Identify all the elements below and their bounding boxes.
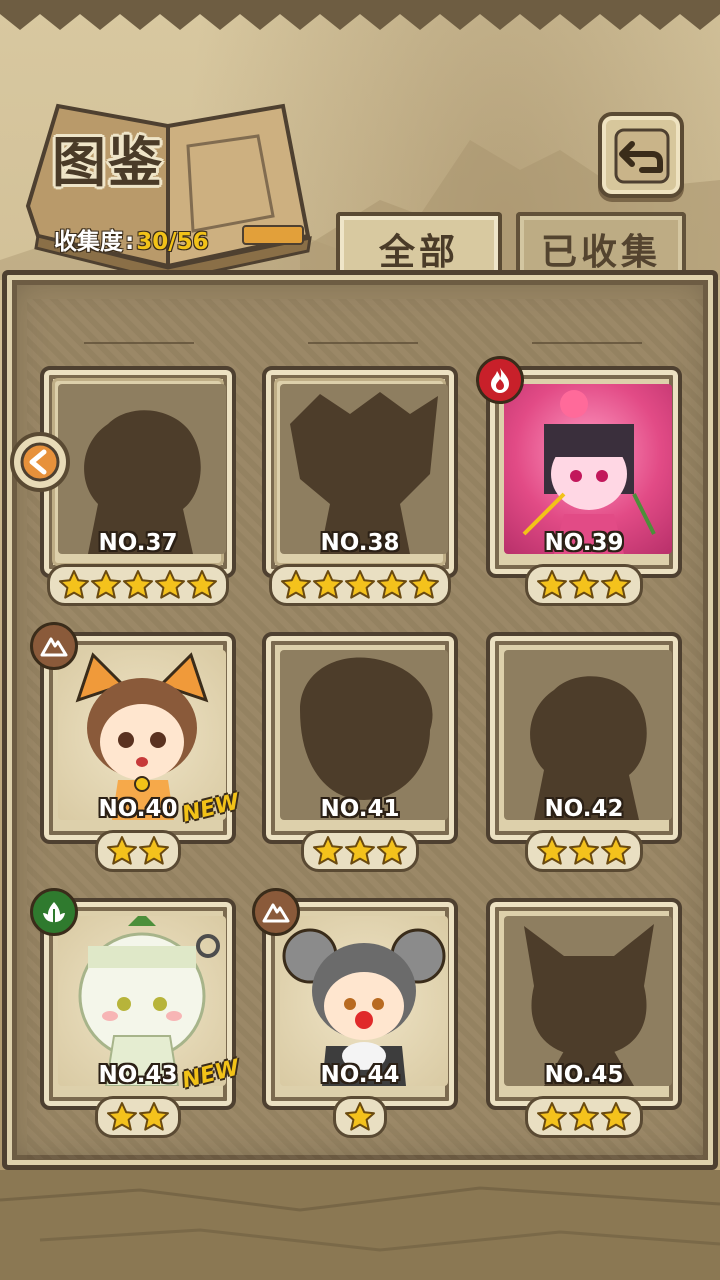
column-divider xyxy=(84,342,194,344)
star-icon xyxy=(106,835,138,867)
collection-card[interactable]: NO.40 NEW xyxy=(30,622,242,872)
star-rating xyxy=(269,564,451,606)
star-rating xyxy=(525,830,643,872)
leaf-icon xyxy=(30,888,78,936)
page-title: 图鉴 xyxy=(52,131,164,194)
collection-card[interactable]: NO.45 xyxy=(486,898,682,1138)
star-icon xyxy=(536,1101,568,1133)
star-icon xyxy=(138,1101,170,1133)
star-icon xyxy=(568,835,600,867)
star-icon xyxy=(600,1101,632,1133)
star-icon xyxy=(186,569,218,601)
star-rating xyxy=(95,1096,181,1138)
collection-card[interactable]: NO.38 xyxy=(262,366,458,606)
star-icon xyxy=(122,569,154,601)
star-rating xyxy=(525,564,643,606)
star-icon xyxy=(344,569,376,601)
card-number: NO.39 xyxy=(544,530,624,556)
progress-colon: : xyxy=(125,229,135,255)
locked-silhouette xyxy=(504,916,672,1086)
star-icon xyxy=(600,835,632,867)
collection-card[interactable]: NO.41 xyxy=(262,632,458,872)
character-portrait xyxy=(58,916,226,1086)
star-icon xyxy=(376,835,408,867)
star-icon xyxy=(312,835,344,867)
star-rating xyxy=(333,1096,387,1138)
character-portrait xyxy=(504,384,672,554)
star-icon xyxy=(536,835,568,867)
top-zigzag-border xyxy=(0,0,720,30)
star-icon xyxy=(344,835,376,867)
star-icon xyxy=(280,569,312,601)
star-rating xyxy=(95,830,181,872)
back-button[interactable] xyxy=(598,112,684,198)
column-divider xyxy=(532,342,642,344)
card-number: NO.41 xyxy=(320,796,400,822)
bottom-border xyxy=(0,1170,720,1280)
star-rating xyxy=(301,830,419,872)
mountain-icon xyxy=(30,622,78,670)
card-number: NO.45 xyxy=(544,1062,624,1088)
star-icon xyxy=(138,835,170,867)
arrow-left-icon xyxy=(20,442,60,482)
collection-card[interactable]: NO.42 xyxy=(486,632,682,872)
progress-value: 30/56 xyxy=(136,229,209,255)
column-divider xyxy=(308,342,418,344)
fire-icon xyxy=(476,356,524,404)
collection-card[interactable]: NO.43 NEW xyxy=(30,888,242,1138)
character-portrait xyxy=(280,916,448,1086)
star-icon xyxy=(312,569,344,601)
character-portrait xyxy=(58,650,226,820)
star-icon xyxy=(90,569,122,601)
locked-silhouette xyxy=(504,650,672,820)
card-number: NO.42 xyxy=(544,796,624,822)
star-icon xyxy=(568,569,600,601)
scroll-left-button[interactable] xyxy=(10,432,70,492)
star-icon xyxy=(344,1101,376,1133)
card-number: NO.38 xyxy=(320,530,400,556)
star-icon xyxy=(58,569,90,601)
star-icon xyxy=(600,569,632,601)
star-icon xyxy=(408,569,440,601)
star-icon xyxy=(154,569,186,601)
card-number: NO.37 xyxy=(98,530,178,556)
locked-silhouette xyxy=(58,384,226,554)
star-icon xyxy=(536,569,568,601)
star-rating xyxy=(47,564,229,606)
card-number: NO.44 xyxy=(320,1062,400,1088)
star-icon xyxy=(568,1101,600,1133)
collection-progress: 收集度:30/56 xyxy=(54,222,209,256)
progress-label: 收集度 xyxy=(54,229,123,255)
collection-card[interactable]: NO.39 xyxy=(476,356,682,606)
locked-silhouette xyxy=(280,384,448,554)
collection-card[interactable]: NO.44 xyxy=(252,888,458,1138)
collection-card[interactable]: NO.37 xyxy=(40,366,236,606)
mountain-icon xyxy=(252,888,300,936)
star-icon xyxy=(106,1101,138,1133)
locked-silhouette xyxy=(280,650,448,820)
return-arrow-icon xyxy=(614,128,670,184)
star-icon xyxy=(376,569,408,601)
star-rating xyxy=(525,1096,643,1138)
